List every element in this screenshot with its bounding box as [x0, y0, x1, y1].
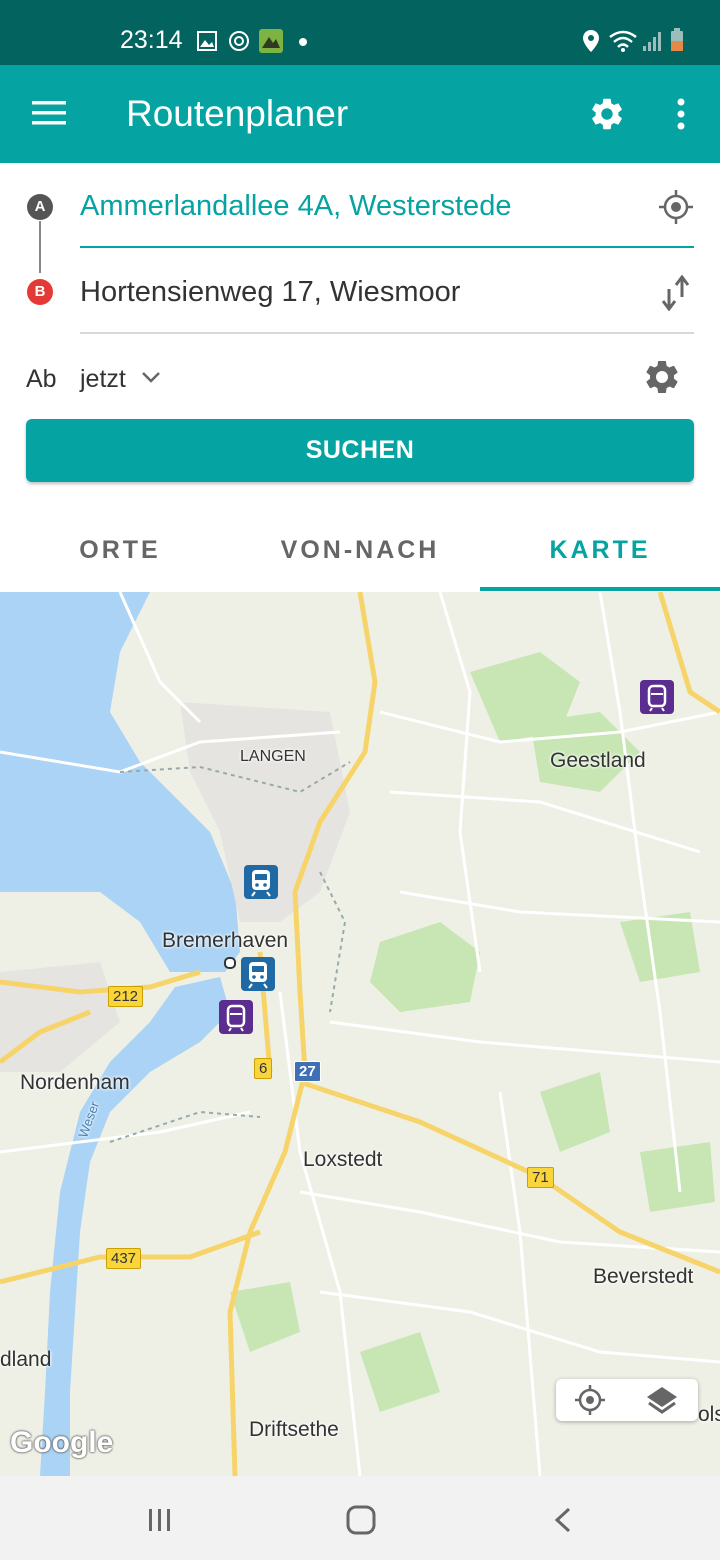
train-station-icon[interactable] [241, 957, 275, 991]
map-label: Geestland [550, 749, 646, 772]
road-shield: 71 [527, 1167, 554, 1188]
chevron-down-icon[interactable] [140, 368, 162, 386]
road-shield: 6 [254, 1058, 273, 1079]
map-label: Beverstedt [593, 1265, 694, 1288]
location-status-icon [583, 30, 599, 52]
route-connector-line [39, 221, 41, 273]
map-canvas[interactable] [0, 592, 720, 1476]
map-view[interactable]: 212 6 27 71 437 LANGEN Geestland Bremerh… [0, 592, 720, 1476]
destination-underline [80, 332, 694, 334]
tab-orte[interactable]: ORTE [0, 536, 240, 565]
status-time: 23:14 [120, 26, 183, 54]
sync-notification-icon [229, 31, 249, 51]
page-title: Routenplaner [126, 93, 349, 134]
map-label: Loxstedt [303, 1148, 383, 1171]
map-locate-icon[interactable] [574, 1384, 606, 1416]
back-icon[interactable] [551, 1506, 575, 1534]
tab-karte[interactable]: KARTE [480, 536, 720, 565]
signal-icon [643, 32, 661, 51]
road-shield: 437 [106, 1248, 142, 1269]
origin-underline [80, 246, 694, 248]
system-nav-bar [0, 1476, 720, 1560]
google-attribution: Google [10, 1426, 114, 1459]
options-settings-icon[interactable] [642, 357, 682, 397]
app-notification-icon [259, 29, 283, 53]
home-icon[interactable] [345, 1504, 377, 1536]
road-shield: 212 [108, 986, 144, 1007]
map-label: LANGEN [240, 748, 306, 765]
gallery-notification-icon [197, 31, 217, 51]
status-bar: 23:14 [0, 0, 720, 65]
more-notifications-icon [299, 38, 307, 46]
origin-marker: A [27, 194, 53, 220]
search-button[interactable]: SUCHEN [26, 419, 694, 482]
battery-icon [671, 28, 683, 51]
map-label: Driftsethe [249, 1418, 339, 1441]
departure-label: Ab [26, 365, 57, 393]
map-label: Nordenham [20, 1071, 130, 1094]
city-marker [224, 957, 236, 969]
autobahn-shield: 27 [294, 1061, 321, 1082]
layers-icon[interactable] [644, 1384, 680, 1418]
destination-marker: B [27, 279, 53, 305]
recent-apps-icon[interactable] [146, 1506, 174, 1534]
tab-von-nach[interactable]: VON-NACH [240, 536, 480, 565]
tram-stop-icon[interactable] [640, 680, 674, 714]
train-station-icon[interactable] [244, 865, 278, 899]
app-bar: Routenplaner [0, 65, 720, 163]
menu-icon[interactable] [32, 99, 66, 127]
map-label: ols [698, 1403, 720, 1426]
tab-indicator [480, 587, 720, 591]
my-location-icon[interactable] [658, 189, 694, 225]
map-label: Bremerhaven [162, 929, 289, 952]
destination-input[interactable]: Hortensienweg 17, Wiesmoor [80, 276, 460, 309]
swap-icon[interactable] [660, 275, 692, 311]
tram-stop-icon[interactable] [219, 1000, 253, 1034]
map-controls [556, 1379, 698, 1421]
overflow-menu-icon[interactable] [670, 97, 692, 131]
map-label: dland [0, 1348, 52, 1371]
settings-icon[interactable] [588, 95, 626, 133]
wifi-icon [609, 30, 637, 52]
departure-time-select[interactable]: jetzt [80, 365, 126, 394]
origin-input[interactable]: Ammerlandallee 4A, Westerstede [80, 190, 511, 223]
